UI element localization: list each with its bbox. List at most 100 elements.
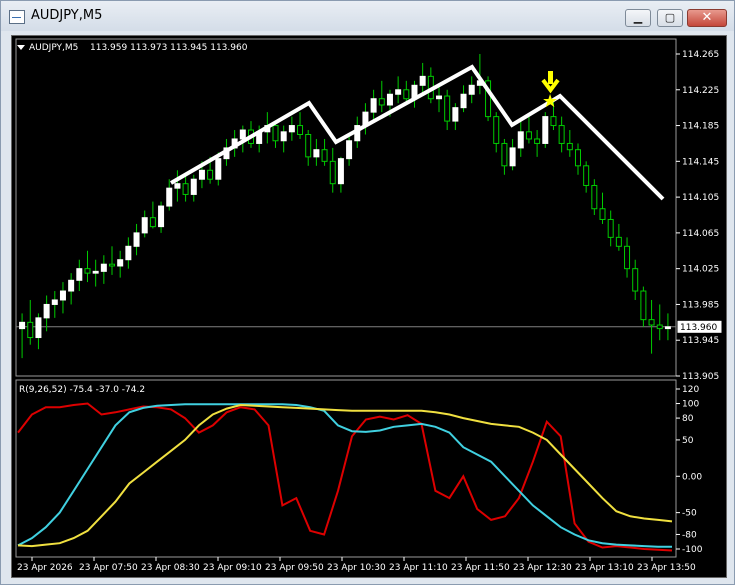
close-icon: ✕ [701, 10, 713, 25]
candle-body [84, 268, 91, 274]
candle-body [149, 217, 156, 228]
candle-body [558, 125, 565, 144]
candle-body [215, 158, 222, 180]
candle-body [419, 75, 426, 86]
terminal-window: AUDJPY,M5 ▁ ▢ ✕ 114.265 114.225 114.185 114… [0, 0, 735, 585]
candle-body [166, 187, 173, 207]
candle-body [403, 89, 410, 100]
title-bar[interactable]: AUDJPY,M5 ▁ ▢ ✕ [1, 1, 734, 31]
candle-body [566, 142, 573, 151]
time-tick-label: 23 Apr 08:30 [141, 563, 200, 573]
time-tick-label: 23 Apr 13:10 [575, 563, 634, 573]
candle-body [59, 290, 66, 301]
price-tick-label: 114.225 [682, 86, 719, 96]
indicator-tick-label: -100 [682, 545, 703, 555]
candle-body [436, 95, 443, 100]
minimize-icon: ▁ [633, 11, 643, 24]
candle-body [615, 236, 622, 247]
candle-body [239, 129, 246, 140]
candle-body [190, 178, 197, 195]
chart-canvas[interactable]: 114.265 114.225 114.185 114.145 114.105 114.0… [12, 36, 726, 577]
candle-body [27, 321, 34, 339]
chart-window-icon [9, 10, 25, 24]
maximize-icon: ▢ [664, 11, 676, 24]
candle-body [664, 326, 671, 330]
chart-area[interactable]: 114.265 114.225 114.185 114.145 114.105 114.0… [11, 35, 727, 578]
indicator-tick-label: 50 [682, 436, 694, 446]
time-tick-label: 23 Apr 11:50 [451, 563, 510, 573]
candle-body [125, 245, 132, 261]
time-tick-label: 23 Apr 12:30 [513, 563, 572, 573]
candle-body [624, 245, 631, 270]
candle-body [583, 165, 590, 186]
candle-body [68, 279, 75, 292]
candle-body [452, 107, 459, 122]
indicator-tick-label: -50 [682, 509, 697, 519]
candle-body [337, 158, 344, 185]
time-tick-label: 23 Apr 09:10 [203, 563, 262, 573]
candle-body [280, 131, 287, 142]
price-tick-label: 114.265 [682, 50, 719, 60]
price-tick-label: 114.105 [682, 193, 719, 203]
candle-body [297, 125, 304, 136]
candle-body [207, 169, 214, 180]
candle-body [174, 183, 181, 189]
candle-body [272, 125, 279, 142]
candle-body [444, 95, 451, 122]
candle-body [305, 134, 312, 158]
indicator-tick-label: 0.00 [682, 472, 702, 482]
indicator-tick-label: 100 [682, 400, 699, 410]
candle-body [656, 324, 663, 330]
candle-body [329, 160, 336, 185]
candle-body [395, 89, 402, 95]
candle-body [43, 303, 50, 319]
candle-body [133, 232, 140, 247]
price-tick-label: 113.945 [682, 336, 719, 346]
candle-body [346, 140, 353, 160]
price-tick-label: 113.985 [682, 300, 719, 310]
candle-body [525, 131, 532, 140]
time-tick-label: 23 Apr 07:50 [79, 563, 138, 573]
price-tick-label: 114.185 [682, 122, 719, 132]
candle-body [100, 263, 107, 272]
candle-body [493, 116, 500, 144]
candle-body [76, 268, 83, 281]
current-price-badge: 113.960 [676, 319, 723, 334]
candle-body [386, 93, 393, 106]
price-panel[interactable]: 114.265 114.225 114.185 114.145 114.105 114.0… [15, 38, 723, 382]
minimize-button[interactable]: ▁ [625, 9, 651, 27]
candle-body [182, 183, 189, 195]
candle-body [599, 208, 606, 220]
time-tick-label: 23 Apr 11:10 [389, 563, 448, 573]
candle-body [378, 98, 385, 106]
candle-body [321, 149, 328, 162]
candle-body [109, 263, 116, 267]
indicator-label: R(9,26,52) -75.4 -37.0 -74.2 [19, 385, 145, 395]
candle-body [370, 98, 377, 113]
candle-body [460, 93, 467, 109]
indicator-panel[interactable]: 120 100 80 50 0.00 -50 -80 -100 R(9,26,52) -75.… [15, 379, 703, 558]
indicator-tick-label: -80 [682, 530, 697, 540]
indicator-panel-frame [15, 379, 677, 558]
candle-body [313, 149, 320, 158]
candle-body [51, 299, 58, 305]
ohlc-header: 113.959 113.973 113.945 113.960 [90, 43, 248, 53]
time-tick-label: 23 Apr 09:50 [265, 563, 324, 573]
time-tick-label: 23 Apr 13:50 [637, 563, 696, 573]
candle-body [632, 268, 639, 292]
candle-body [288, 125, 295, 133]
candle-body [574, 149, 581, 167]
candle-body [92, 270, 99, 274]
price-tick-label: 113.905 [682, 372, 719, 382]
candle-body [35, 317, 42, 339]
close-button[interactable]: ✕ [687, 9, 727, 27]
time-axis: 23 Apr 2026 23 Apr 07:50 23 Apr 08:30 23 Ap… [17, 557, 696, 573]
price-tick-label: 114.065 [682, 229, 719, 239]
candle-body [591, 184, 598, 210]
maximize-button[interactable]: ▢ [657, 9, 683, 27]
indicator-axis: 120 100 80 50 0.00 -50 -80 -100 [676, 385, 703, 555]
candle-body [501, 142, 508, 167]
current-price-label: 113.960 [680, 323, 717, 333]
candle-body [534, 138, 541, 144]
price-tick-label: 114.025 [682, 265, 719, 275]
